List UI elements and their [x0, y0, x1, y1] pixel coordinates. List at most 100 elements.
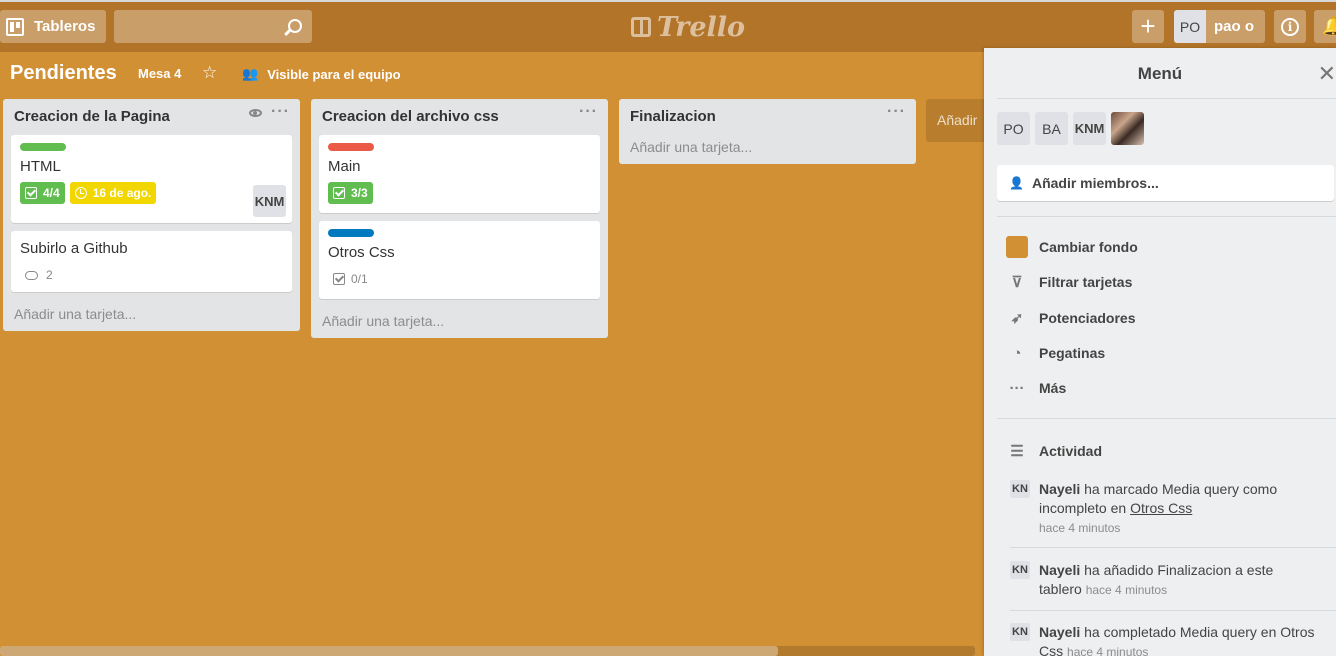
user-menu-button[interactable]: PO pao o [1174, 10, 1265, 43]
user-avatar: PO [1174, 10, 1206, 43]
list-header[interactable]: Creacion de la Pagina ··· [3, 99, 300, 133]
list-title[interactable]: Creacion de la Pagina [14, 108, 170, 125]
menu-item-label: Más [1039, 380, 1067, 396]
close-icon[interactable]: ✕ [1318, 61, 1336, 87]
boards-label: Tableros [34, 18, 96, 35]
add-card-link[interactable]: Añadir una tarjeta... [3, 300, 300, 331]
menu-item-label: Filtrar tarjetas [1039, 274, 1133, 290]
card-title: HTML [20, 158, 61, 175]
background-swatch [1006, 236, 1028, 258]
trello-logo[interactable]: Trello [631, 12, 745, 43]
divider [997, 98, 1336, 99]
add-person-icon: 👤 [1009, 176, 1024, 190]
due-date-badge[interactable]: 16 de ago. [69, 182, 157, 204]
add-card-link[interactable]: Añadir una tarjeta... [311, 307, 608, 338]
board-scrollbar[interactable] [0, 646, 975, 656]
side-menu: Menú ✕ PO BA KNM 👤 Añadir miembros... Ca… [984, 48, 1336, 656]
team-icon: 👥 [242, 66, 259, 81]
top-header: Tableros Trello + PO pao o i 🔔 [0, 0, 1336, 52]
activity-time[interactable]: hace 4 minutos [1039, 521, 1120, 535]
card-html[interactable]: HTML 4/4 16 de ago. KNM [11, 135, 292, 223]
card-subirlo-github[interactable]: Subirlo a Github 2 [11, 231, 292, 292]
menu-item-label: Cambiar fondo [1039, 239, 1138, 255]
checklist-count: 4/4 [43, 186, 60, 200]
eye-icon [249, 109, 262, 117]
card-label-blue[interactable] [328, 229, 374, 237]
menu-stickers[interactable]: ◔ Pegatinas [1006, 342, 1105, 364]
card-label-red[interactable] [328, 143, 374, 151]
boards-button[interactable]: Tableros [0, 10, 106, 43]
checklist-icon [25, 187, 37, 199]
scrollbar-thumb[interactable] [0, 646, 778, 656]
board-title[interactable]: Pendientes [10, 62, 117, 85]
filter-icon: ⊽ [1011, 274, 1023, 291]
checklist-icon [333, 187, 345, 199]
add-button[interactable]: + [1132, 10, 1164, 43]
card-title: Subirlo a Github [20, 240, 128, 257]
activity-card-link[interactable]: Otros Css [1130, 500, 1192, 516]
divider [1010, 547, 1336, 548]
card-main[interactable]: Main 3/3 [319, 135, 600, 213]
activity-title: Actividad [1039, 443, 1103, 459]
menu-power-ups[interactable]: ➶ Potenciadores [1006, 307, 1136, 329]
menu-item-label: Pegatinas [1039, 345, 1106, 361]
card-title: Main [328, 158, 361, 175]
list-menu-icon[interactable]: ··· [579, 103, 598, 121]
list-header[interactable]: Finalizacion ··· [619, 99, 916, 133]
divider [1010, 610, 1336, 611]
menu-more[interactable]: ··· Más [1006, 377, 1067, 399]
bell-icon: 🔔 [1322, 16, 1336, 36]
checklist-badge: 3/3 [328, 182, 373, 204]
search-icon[interactable] [288, 19, 302, 33]
due-date: 16 de ago. [92, 186, 152, 200]
card-member-avatar[interactable]: KNM [253, 185, 286, 217]
activity-avatar[interactable]: KN [1010, 623, 1030, 641]
menu-change-background[interactable]: Cambiar fondo [1006, 236, 1138, 258]
activity-time[interactable]: hace 4 minutos [1086, 583, 1167, 597]
search-input[interactable] [114, 10, 312, 43]
divider [997, 418, 1336, 419]
member-avatar[interactable]: KNM [1073, 112, 1106, 145]
activity-user[interactable]: Nayeli [1039, 624, 1080, 640]
list-header[interactable]: Creacion del archivo css ··· [311, 99, 608, 133]
activity-user[interactable]: Nayeli [1039, 562, 1080, 578]
list-menu-icon[interactable]: ··· [887, 103, 906, 121]
comment-count: 2 [46, 268, 53, 282]
list-creacion-css: Creacion del archivo css ··· Main 3/3 Ot… [311, 99, 608, 338]
activity-time[interactable]: hace 4 minutos [1067, 645, 1148, 656]
board-visibility[interactable]: 👥 Visible para el equipo [242, 66, 401, 82]
activity-avatar[interactable]: KN [1010, 561, 1030, 579]
member-list: PO BA KNM [997, 112, 1144, 145]
checklist-badge: 4/4 [20, 182, 65, 204]
notifications-button[interactable]: 🔔 [1314, 10, 1336, 43]
activity-user[interactable]: Nayeli [1039, 481, 1080, 497]
card-label-green[interactable] [20, 143, 66, 151]
checklist-count: 3/3 [351, 186, 368, 200]
trello-logo-icon [631, 17, 651, 37]
star-icon[interactable]: ☆ [202, 63, 217, 83]
visibility-label: Visible para el equipo [267, 66, 401, 82]
comments-badge: 2 [20, 264, 58, 286]
board-team[interactable]: Mesa 4 [138, 66, 181, 81]
add-card-link[interactable]: Añadir una tarjeta... [619, 133, 916, 164]
rocket-icon: ➶ [1010, 310, 1024, 327]
comment-icon [25, 270, 38, 280]
add-members-button[interactable]: 👤 Añadir miembros... [997, 165, 1334, 201]
add-members-label: Añadir miembros... [1031, 175, 1159, 191]
card-title: Otros Css [328, 244, 395, 261]
user-name: pao o [1214, 18, 1254, 35]
list-title[interactable]: Finalizacion [630, 108, 716, 125]
member-avatar[interactable]: BA [1035, 112, 1068, 145]
divider [997, 216, 1336, 217]
info-button[interactable]: i [1274, 10, 1306, 43]
member-photo-avatar[interactable] [1111, 112, 1144, 145]
more-icon: ··· [1009, 379, 1025, 397]
plus-icon: + [1140, 11, 1156, 41]
menu-filter-cards[interactable]: ⊽ Filtrar tarjetas [1006, 271, 1133, 293]
list-title[interactable]: Creacion del archivo css [322, 108, 499, 125]
member-avatar[interactable]: PO [997, 112, 1030, 145]
activity-avatar[interactable]: KN [1010, 480, 1030, 498]
activity-entry: KN Nayeli ha marcado Media query como in… [1010, 480, 1320, 538]
list-menu-icon[interactable]: ··· [271, 103, 290, 121]
card-otros-css[interactable]: Otros Css 0/1 [319, 221, 600, 299]
